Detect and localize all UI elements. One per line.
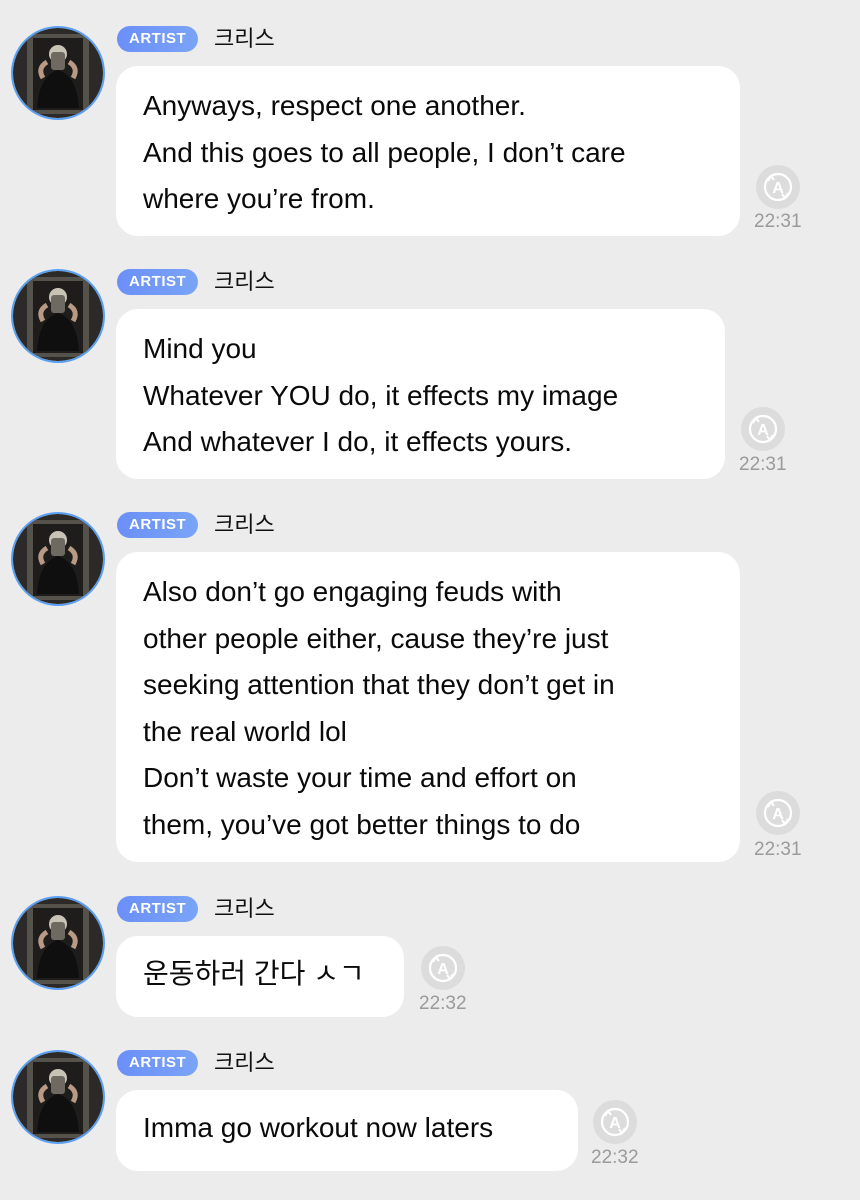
message-bubble[interactable]: Also don’t go engaging feuds with other … (116, 552, 740, 862)
message-bubble[interactable]: Imma go workout now laters (116, 1090, 578, 1171)
avatar[interactable] (11, 26, 105, 120)
message-bubble[interactable]: Mind you Whatever YOU do, it effects my … (116, 309, 725, 479)
message-time: 22:31 (739, 454, 787, 475)
avatar[interactable] (11, 896, 105, 990)
artist-badge: ARTIST (117, 1050, 199, 1076)
sender-name[interactable]: 크리스 (214, 510, 275, 540)
avatar[interactable] (11, 512, 105, 606)
translate-icon[interactable]: A (755, 790, 801, 836)
artist-badge: ARTIST (117, 512, 199, 538)
avatar[interactable] (11, 269, 105, 363)
avatar-photo (13, 271, 103, 361)
sender-name[interactable]: 크리스 (214, 894, 275, 924)
translate-icon[interactable]: A (592, 1099, 638, 1145)
translate-icon[interactable]: A (420, 945, 466, 991)
avatar-photo (13, 514, 103, 604)
svg-text:A: A (772, 180, 784, 197)
svg-text:A: A (757, 422, 769, 439)
message-time: 22:32 (419, 993, 467, 1014)
avatar-photo (13, 898, 103, 988)
svg-text:A: A (437, 961, 449, 978)
artist-badge: ARTIST (117, 896, 199, 922)
artist-badge: ARTIST (117, 26, 199, 52)
message-time: 22:31 (754, 839, 802, 860)
message-time: 22:32 (591, 1147, 639, 1168)
message-time: 22:31 (754, 211, 802, 232)
artist-badge: ARTIST (117, 269, 199, 295)
sender-name[interactable]: 크리스 (214, 24, 275, 54)
translate-icon[interactable]: A (740, 406, 786, 452)
sender-name[interactable]: 크리스 (214, 1048, 275, 1078)
avatar[interactable] (11, 1050, 105, 1144)
message-bubble[interactable]: Anyways, respect one another. And this g… (116, 66, 740, 236)
sender-name[interactable]: 크리스 (214, 267, 275, 297)
svg-text:A: A (609, 1115, 621, 1132)
translate-icon[interactable]: A (755, 164, 801, 210)
svg-text:A: A (772, 806, 784, 823)
avatar-photo (13, 28, 103, 118)
message-bubble[interactable]: 운동하러 간다 ㅅㄱ (116, 936, 404, 1017)
avatar-photo (13, 1052, 103, 1142)
